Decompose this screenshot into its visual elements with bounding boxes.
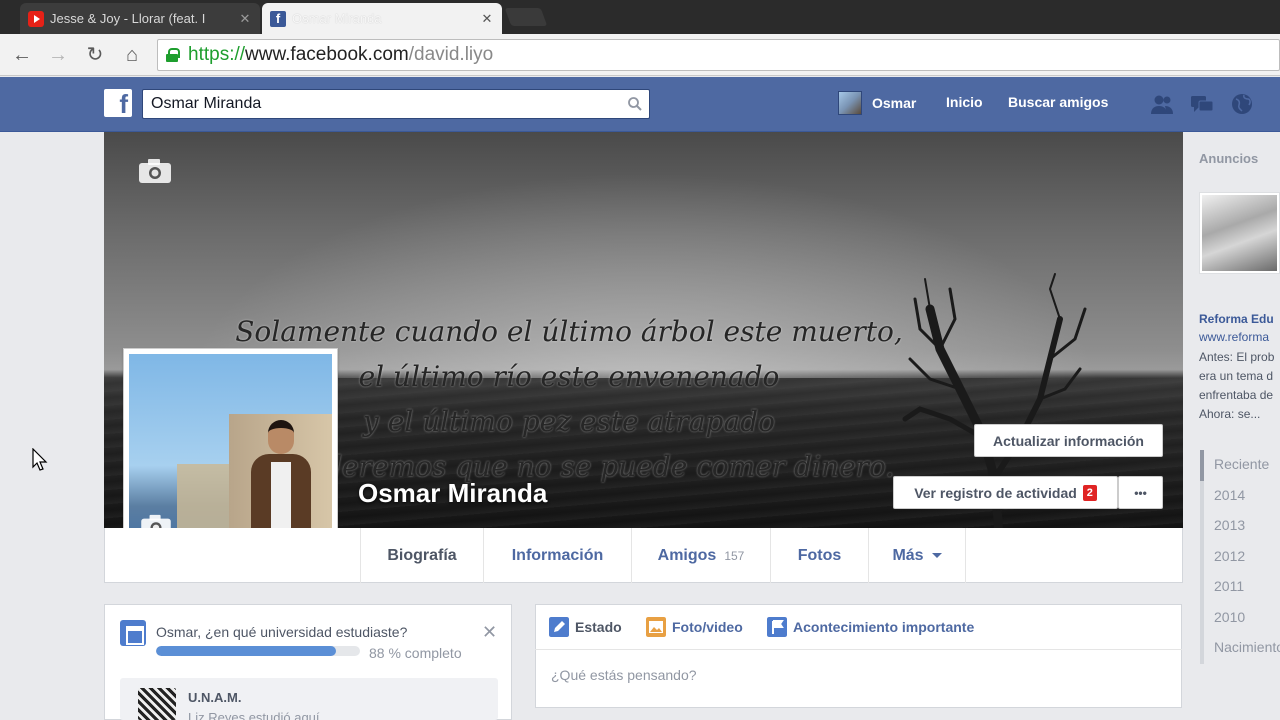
progress-fill (156, 646, 336, 656)
notification-badge: 2 (1082, 484, 1097, 501)
find-friends-link[interactable]: Buscar amigos (1008, 94, 1108, 110)
browser-tab-bar: Jesse & Joy - Llorar (feat. I ✕ f Osmar … (0, 0, 1280, 34)
browser-toolbar: ← → ↻ ⌂ https://www.facebook.com/david.l… (0, 34, 1280, 76)
home-link[interactable]: Inicio (946, 94, 983, 110)
notifications-globe-icon[interactable] (1230, 93, 1254, 115)
composer-tab-label: Acontecimiento importante (793, 619, 975, 635)
ad-image[interactable] (1199, 192, 1280, 274)
tab-amigos[interactable]: Amigos 157 (631, 528, 770, 583)
mouse-cursor-icon (32, 448, 48, 471)
ad-body-line: Ahora: se... (1199, 407, 1261, 421)
tab-label: Fotos (797, 546, 842, 564)
url-scheme: https:// (188, 44, 246, 65)
activity-log-label: Ver registro de actividad (914, 484, 1077, 501)
camera-icon[interactable] (138, 158, 172, 184)
tab-biografia[interactable]: Biografía (360, 528, 483, 583)
ad-body-line: Antes: El prob (1199, 350, 1275, 364)
flag-icon (767, 617, 787, 637)
timeline-year-nav: Reciente 2014 2013 2012 2011 2010 Nacimi… (1200, 450, 1280, 664)
school-icon (120, 620, 146, 646)
timeline-year[interactable]: 2014 (1204, 481, 1280, 512)
ad-body-line: enfrentaba de (1199, 388, 1274, 402)
browser-tab-youtube[interactable]: Jesse & Joy - Llorar (feat. I ✕ (20, 3, 260, 34)
progress-label: 88 % completo (369, 645, 462, 661)
tab-label: Amigos (657, 546, 717, 564)
tab-informacion[interactable]: Información (483, 528, 631, 583)
url-host: www.facebook.com (245, 44, 409, 65)
university-question: Osmar, ¿en qué universidad estudiaste? (156, 624, 408, 640)
friends-count: 157 (724, 548, 745, 563)
youtube-icon (28, 10, 44, 27)
forward-button[interactable]: → (45, 42, 71, 68)
address-bar[interactable]: https://www.facebook.com/david.liyo (157, 39, 1280, 71)
timeline-year[interactable]: Reciente (1200, 450, 1280, 481)
pencil-icon (549, 617, 569, 637)
back-button[interactable]: ← (9, 42, 35, 68)
search-value: Osmar Miranda (151, 95, 262, 112)
ad-body: Antes: El prob era un tema d enfrentaba … (1199, 348, 1280, 424)
tab-title: Osmar Miranda (292, 11, 382, 26)
composer-tab-estado[interactable]: Estado (549, 617, 622, 637)
avatar (838, 91, 862, 115)
header-user-name: Osmar (872, 95, 917, 111)
timeline-year[interactable]: 2010 (1204, 603, 1280, 634)
browser-tab-facebook[interactable]: f Osmar Miranda ✕ (262, 3, 502, 34)
ad-url[interactable]: www.reforma (1199, 330, 1269, 344)
ad-body-line: era un tema d (1199, 369, 1274, 383)
timeline-year[interactable]: Nacimiento (1204, 633, 1280, 664)
activity-log-button[interactable]: Ver registro de actividad 2 (893, 476, 1118, 509)
tab-mas[interactable]: Más (868, 528, 966, 583)
unam-logo (138, 688, 176, 720)
lock-icon (166, 48, 180, 62)
composer-tab-label: Estado (575, 619, 622, 635)
reload-button[interactable]: ↻ (82, 42, 108, 68)
facebook-logo[interactable]: f (104, 89, 132, 119)
tab-label: Biografía (387, 546, 457, 564)
update-info-button[interactable]: Actualizar información (974, 424, 1163, 457)
composer-tab-label: Foto/video (672, 619, 743, 635)
ad-image-content (1202, 195, 1277, 271)
close-icon[interactable]: ✕ (482, 622, 497, 643)
friend-requests-icon[interactable] (1150, 93, 1174, 115)
status-input[interactable]: ¿Qué estás pensando? (551, 667, 697, 683)
ads-heading: Anuncios (1199, 151, 1259, 166)
tab-label: Más (892, 546, 924, 564)
url-path: /david.liyo (408, 44, 494, 65)
new-tab-button[interactable] (504, 8, 548, 26)
timeline-year[interactable]: 2011 (1204, 572, 1280, 603)
home-button[interactable]: ⌂ (119, 42, 145, 68)
profile-name[interactable]: Osmar Miranda (358, 478, 547, 509)
more-options-button[interactable]: ••• (1118, 476, 1163, 509)
facebook-icon: f (270, 10, 286, 27)
timeline-year[interactable]: 2012 (1204, 542, 1280, 573)
messages-icon[interactable] (1190, 93, 1214, 115)
profile-progress-bar (156, 646, 360, 656)
tab-label: Información (511, 546, 604, 564)
search-icon[interactable] (627, 96, 643, 112)
composer-tab-photo[interactable]: Foto/video (646, 617, 743, 637)
search-input[interactable]: Osmar Miranda (142, 89, 650, 119)
composer-tab-life-event[interactable]: Acontecimiento importante (767, 617, 974, 637)
tab-fotos[interactable]: Fotos (770, 528, 868, 583)
chevron-down-icon (931, 553, 942, 558)
university-subtext: Liz Reyes estudió aquí (188, 710, 320, 720)
photo-icon (646, 617, 666, 637)
university-name[interactable]: U.N.A.M. (188, 690, 241, 705)
header-profile-link[interactable]: Osmar (838, 91, 916, 115)
close-icon[interactable]: ✕ (480, 11, 494, 27)
tab-title: Jesse & Joy - Llorar (feat. I (50, 11, 206, 26)
ad-title[interactable]: Reforma Edu (1199, 312, 1274, 326)
timeline-year[interactable]: 2013 (1204, 511, 1280, 542)
photo-head (268, 420, 294, 454)
close-icon[interactable]: ✕ (238, 11, 252, 27)
